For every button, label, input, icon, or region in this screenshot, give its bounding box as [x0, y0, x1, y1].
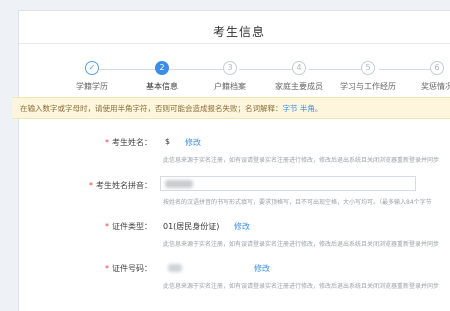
- pinyin-input[interactable]: [160, 176, 416, 191]
- step-family[interactable]: 4 家庭主要成员: [264, 61, 334, 92]
- step-study-work[interactable]: 5 学习与工作经历: [333, 61, 403, 92]
- notice-text: 在输入数字或字母时，请使用半角字符，否则可能会造成报名失败；名词解释：: [20, 104, 283, 113]
- pinyin-label: * 考生姓名拼音：: [89, 181, 152, 190]
- step-number: 4: [292, 61, 306, 75]
- step-label: 家庭主要成员: [275, 82, 323, 91]
- step-label: 奖惩情况: [421, 82, 450, 91]
- step-number: 3: [223, 61, 237, 75]
- step-number: 6: [430, 61, 444, 75]
- id-type-label: * 证件类型：: [105, 222, 152, 231]
- id-number-label: * 证件号码：: [105, 264, 152, 273]
- redacted-value: [168, 264, 182, 272]
- title-divider: [19, 43, 450, 44]
- notice-banner: 在输入数字或字母时，请使用半角字符，否则可能会造成报名失败；名词解释：字节 半角…: [12, 97, 450, 119]
- step-number: 2: [155, 61, 169, 75]
- step-check-icon: ✓: [85, 61, 99, 75]
- name-label: * 考生姓名：: [105, 138, 152, 147]
- id-type-value: 01(居民身份证): [163, 222, 220, 231]
- id-number-hint: 此信息来源于实名注册，如有误请登录实名注册进行修改，修改后退出系统且关闭浏览器重…: [163, 283, 440, 290]
- step-label: 学籍学历: [76, 82, 108, 91]
- name-edit-link[interactable]: 修改: [185, 137, 201, 148]
- step-label: 学习与工作经历: [340, 82, 396, 91]
- step-basic-info[interactable]: 2 基本信息: [127, 61, 197, 92]
- pinyin-hint: 按姓名的汉语拼音的书写形式填写，要求顶格写，且不可出现空格，大小写均可。（最多输…: [163, 199, 432, 206]
- name-hint: 此信息来源于实名注册，如有误请登录实名注册进行修改，修改后退出系统且关闭浏览器重…: [163, 157, 440, 164]
- id-type-edit-link[interactable]: 修改: [234, 221, 250, 232]
- step-label: 户籍档案: [214, 82, 246, 91]
- step-academic[interactable]: ✓ 学籍学历: [57, 61, 127, 92]
- glossary-link[interactable]: 字节 半角。: [283, 104, 323, 113]
- redacted-value: [165, 180, 193, 188]
- step-number: 5: [361, 61, 375, 75]
- step-rewards[interactable]: 6 奖惩情况: [402, 61, 450, 92]
- id-number-edit-link[interactable]: 修改: [254, 263, 270, 274]
- step-label: 基本信息: [146, 82, 178, 91]
- step-household[interactable]: 3 户籍档案: [195, 61, 265, 92]
- page-title: 考生信息: [212, 25, 265, 39]
- name-value: $: [165, 137, 171, 146]
- id-type-hint: 此信息来源于实名注册，如有误请登录实名注册进行修改，修改后退出系统且关闭浏览器重…: [163, 241, 440, 248]
- progress-stepper: ✓ 学籍学历 2 基本信息 3 户籍档案 4 家庭主要成员 5 学习与工作经历 …: [19, 61, 450, 101]
